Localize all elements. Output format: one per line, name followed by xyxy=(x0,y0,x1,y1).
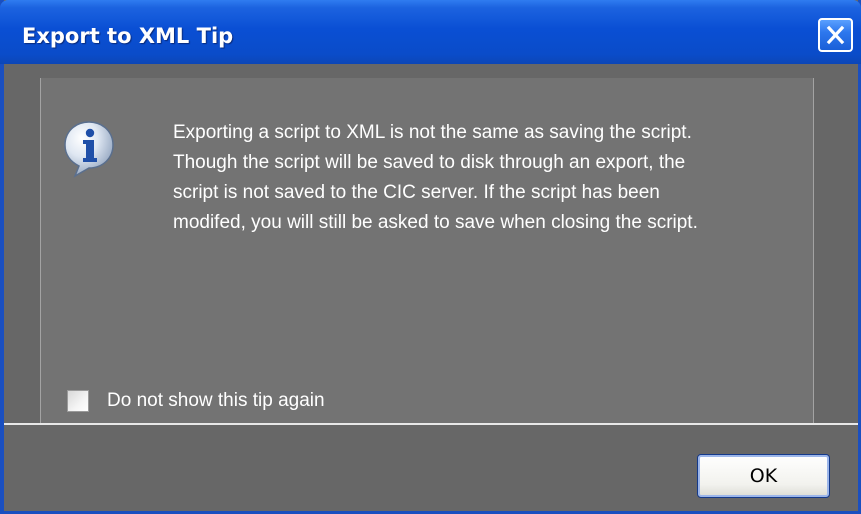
close-icon xyxy=(826,25,845,45)
title-bar[interactable]: Export to XML Tip xyxy=(0,0,861,64)
info-icon xyxy=(63,120,115,178)
dont-show-label[interactable]: Do not show this tip again xyxy=(107,389,325,413)
message-line: modifed, you will still be asked to save… xyxy=(173,212,698,233)
dont-show-checkbox[interactable] xyxy=(67,390,89,412)
message-line: Exporting a script to XML is not the sam… xyxy=(173,122,692,143)
tip-dialog: Export to XML Tip Exporting a script to … xyxy=(0,0,861,514)
message-line: script is not saved to the CIC server. I… xyxy=(173,182,660,203)
divider xyxy=(4,423,858,425)
tip-message: Exporting a script to XML is not the sam… xyxy=(173,118,813,238)
ok-button[interactable]: OK xyxy=(697,454,830,498)
window-title: Export to XML Tip xyxy=(22,24,234,48)
content-panel: Exporting a script to XML is not the sam… xyxy=(40,78,814,423)
message-line: Though the script will be saved to disk … xyxy=(173,152,686,173)
close-button[interactable] xyxy=(818,18,853,52)
